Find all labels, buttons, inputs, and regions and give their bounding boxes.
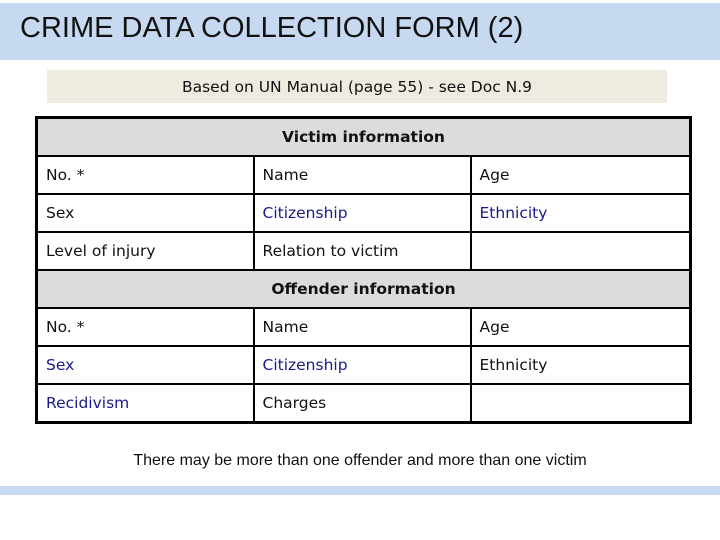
victim-field-name: Name	[252, 155, 472, 195]
subtitle-box: Based on UN Manual (page 55) - see Doc N…	[47, 70, 667, 103]
offender-section-header: Offender information	[35, 269, 692, 309]
victim-field-relation-to-victim: Relation to victim	[252, 231, 472, 271]
victim-field-empty	[469, 231, 692, 271]
crime-data-form-table: Victim information No. * Name Age Sex Ci…	[35, 116, 693, 424]
table-row: Sex Citizenship Ethnicity	[35, 345, 692, 385]
offender-field-sex: Sex	[35, 345, 255, 385]
offender-field-name: Name	[252, 307, 472, 347]
offender-field-number: No. *	[35, 307, 255, 347]
victim-section-label: Victim information	[282, 128, 445, 146]
table-row: No. * Name Age	[35, 307, 692, 347]
victim-field-sex: Sex	[35, 193, 255, 233]
page-title: CRIME DATA COLLECTION FORM (2)	[20, 12, 524, 44]
table-row: Sex Citizenship Ethnicity	[35, 193, 692, 233]
offender-section-header-row: Offender information	[35, 269, 692, 309]
victim-field-ethnicity: Ethnicity	[469, 193, 692, 233]
table-row: Level of injury Relation to victim	[35, 231, 692, 271]
victim-section-header: Victim information	[35, 116, 692, 157]
footnote: There may be more than one offender and …	[133, 452, 587, 469]
victim-field-age: Age	[469, 155, 692, 195]
offender-field-ethnicity: Ethnicity	[469, 345, 692, 385]
offender-field-charges: Charges	[252, 383, 472, 424]
subtitle: Based on UN Manual (page 55) - see Doc N…	[181, 78, 533, 96]
victim-field-number: No. *	[35, 155, 255, 195]
table-row: No. * Name Age	[35, 155, 692, 195]
bottom-divider-bar	[0, 486, 720, 495]
title-bar: CRIME DATA COLLECTION FORM (2)	[0, 3, 720, 60]
victim-field-citizenship: Citizenship	[252, 193, 472, 233]
offender-section-label: Offender information	[271, 280, 456, 298]
offender-field-recidivism: Recidivism	[35, 383, 255, 424]
offender-field-age: Age	[469, 307, 692, 347]
victim-field-level-of-injury: Level of injury	[35, 231, 255, 271]
offender-field-empty	[469, 383, 692, 424]
table-row: Recidivism Charges	[35, 383, 692, 424]
offender-field-citizenship: Citizenship	[252, 345, 472, 385]
victim-section-header-row: Victim information	[35, 116, 692, 157]
